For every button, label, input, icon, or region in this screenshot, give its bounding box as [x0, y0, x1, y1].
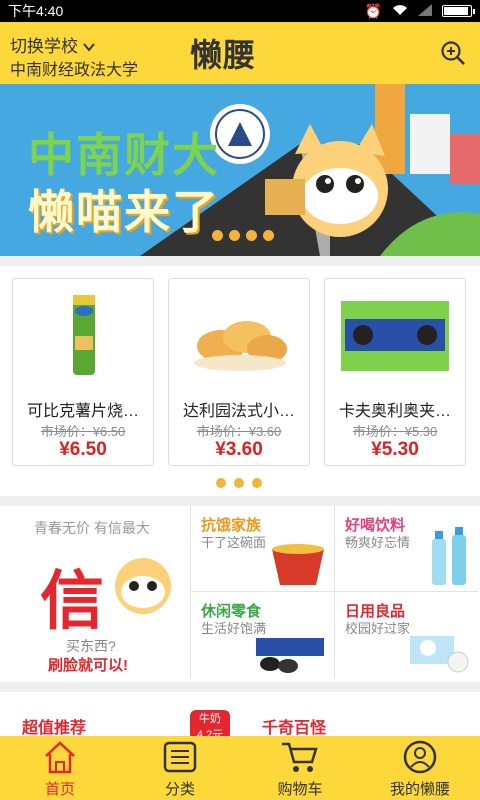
chevron-down-icon [82, 37, 95, 56]
promo-question: 买东西? [66, 638, 116, 654]
page-dot [263, 230, 274, 241]
alarm-icon: ⏰ [364, 2, 382, 19]
bottle-icon [432, 527, 466, 585]
product-card[interactable]: 可比克薯片烧… 市场价：¥6.50 ¥6.50 [12, 278, 154, 466]
switch-school-label: 切换学校 [10, 37, 78, 56]
recommend-strip: 超值推荐 牛奶 4.2元 千奇百怪 [0, 692, 480, 736]
app-logo: 懒腰 [190, 37, 257, 73]
category-cell-daily[interactable]: 日用良品 校园好过家 [334, 592, 478, 678]
product-price: ¥5.30 [371, 439, 419, 460]
status-icons: ⏰ [364, 2, 475, 20]
product-name: 卡夫奥利奥夹… [338, 403, 451, 420]
category-cell-drinks[interactable]: 好喝饮料 畅爽好忘情 [334, 506, 478, 592]
category-cell-noodles[interactable]: 抗饿家族 干了这碗面 [190, 506, 334, 592]
signal-icon [418, 3, 432, 19]
tab-label: 首页 [44, 781, 75, 798]
face-pay-promo[interactable]: 青春无价 有信最大 信 买东西? 刷脸就可以! [0, 506, 190, 682]
product-carousel: 可比克薯片烧… 市场价：¥6.50 ¥6.50 达利园法式小… 市场价：¥3.6… [0, 266, 480, 496]
product-image [73, 295, 95, 375]
product-card[interactable]: 卡夫奥利奥夹… 市场价：¥5.30 ¥5.30 [324, 278, 466, 466]
category-subtitle: 畅爽好忘情 [345, 535, 411, 550]
status-time: 下午4:40 [8, 3, 64, 19]
tab-cart[interactable]: 购物车 [240, 736, 360, 800]
product-price: ¥6.50 [59, 439, 107, 460]
tissue-icon [410, 636, 469, 673]
tab-home[interactable]: 首页 [0, 736, 120, 800]
product-page-indicator [216, 478, 262, 488]
banner-page-indicator [212, 230, 274, 241]
list-icon [163, 741, 197, 773]
banner-title-line2: 懒喵来了 [28, 186, 220, 238]
search-button[interactable] [440, 40, 466, 66]
product-market-price: 市场价：¥3.60 [196, 424, 282, 439]
page-dot [212, 230, 223, 241]
product-card[interactable]: 达利园法式小… 市场价：¥3.60 ¥3.60 [168, 278, 310, 466]
category-cell-snacks[interactable]: 休闲零食 生活好饱满 [190, 592, 334, 678]
app-header: 切换学校 中南财经政法大学 懒腰 [0, 22, 480, 84]
promo-banner[interactable]: 中南财大 懒喵来了 [0, 84, 480, 256]
category-promo-grid: 青春无价 有信最大 信 买东西? 刷脸就可以! 抗饿家族 干了这碗面 好喝饮料 … [0, 506, 480, 682]
promo-big-char: 信 [40, 565, 104, 637]
product-market-price: 市场价：¥5.30 [352, 424, 438, 439]
recommend-title[interactable]: 超值推荐 [22, 714, 86, 736]
category-subtitle: 校园好过家 [345, 621, 411, 636]
search-icon [441, 41, 465, 65]
cart-icon [282, 742, 318, 772]
page-dot [216, 478, 226, 488]
curiosity-title[interactable]: 千奇百怪 [262, 714, 326, 736]
switch-school-button[interactable]: 切换学校 [10, 32, 95, 57]
category-subtitle: 干了这碗面 [201, 535, 267, 550]
user-icon [403, 740, 437, 774]
bottom-tab-bar: 首页 分类 购物车 我的懒腰 [0, 736, 480, 800]
product-market-price: 市场价：¥6.50 [40, 424, 126, 439]
page-dot [252, 478, 262, 488]
product-image [341, 301, 449, 371]
product-price: ¥3.60 [215, 439, 263, 460]
tab-label: 分类 [164, 781, 195, 798]
milk-price-badge: 牛奶 4.2元 [190, 710, 230, 736]
tab-profile[interactable]: 我的懒腰 [360, 736, 480, 800]
tab-label: 购物车 [277, 781, 323, 798]
home-icon [45, 741, 75, 774]
badge-price: 4.2元 [196, 729, 224, 736]
product-image [194, 321, 287, 371]
wifi-icon [392, 3, 408, 19]
page-dot [246, 230, 257, 241]
cat-mascot-icon [115, 558, 171, 614]
battery-icon [442, 5, 475, 17]
promo-answer: 刷脸就可以! [48, 657, 128, 674]
school-name: 中南财经政法大学 [10, 62, 139, 79]
promo-slogan: 青春无价 有信最大 [34, 520, 150, 536]
tab-category[interactable]: 分类 [120, 736, 240, 800]
badge-label: 牛奶 [199, 713, 221, 725]
snack-pack-icon [256, 638, 324, 673]
product-name: 达利园法式小… [182, 403, 295, 420]
noodle-cup-icon [272, 544, 324, 585]
tab-label: 我的懒腰 [389, 781, 450, 798]
status-bar: 下午4:40 ⏰ [0, 0, 480, 22]
page-dot [234, 478, 244, 488]
product-name: 可比克薯片烧… [26, 403, 139, 420]
page-dot [229, 230, 240, 241]
